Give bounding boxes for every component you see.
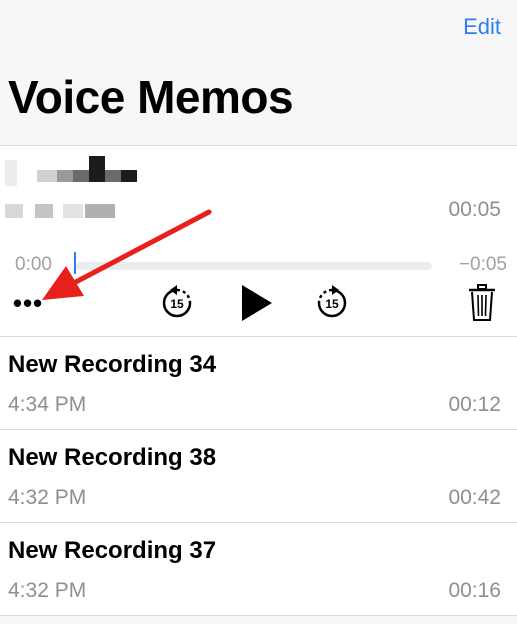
- playback-controls: ••• 15 15: [0, 278, 517, 328]
- recording-duration: 00:42: [448, 486, 501, 509]
- pixelated-recording-date: [5, 202, 120, 220]
- play-icon: [242, 285, 272, 321]
- recording-duration: 00:05: [448, 198, 501, 221]
- recording-list-item[interactable]: New Recording 37 4:32 PM 00:16: [0, 523, 517, 616]
- edit-button[interactable]: Edit: [463, 14, 501, 40]
- recording-time: 4:34 PM: [8, 393, 87, 416]
- recording-list-item[interactable]: New Recording 34 4:34 PM 00:12: [0, 337, 517, 430]
- scrubber-track[interactable]: [76, 262, 432, 270]
- recording-duration: 00:16: [448, 579, 501, 602]
- skip-forward-seconds: 15: [325, 297, 339, 311]
- scrubber-playhead[interactable]: [74, 252, 76, 274]
- more-options-button[interactable]: •••: [8, 288, 48, 318]
- trash-icon: [469, 284, 495, 321]
- skip-forward-icon: 15: [317, 285, 347, 318]
- recording-name: New Recording 34: [8, 351, 217, 378]
- recording-name: New Recording 38: [8, 444, 217, 471]
- play-button[interactable]: [236, 282, 276, 324]
- recording-time: 4:32 PM: [8, 486, 87, 509]
- pixelated-recording-name: [5, 156, 145, 188]
- skip-forward-15-button[interactable]: 15: [313, 284, 351, 322]
- elapsed-time: 0:00: [15, 254, 52, 275]
- skip-back-15-button[interactable]: 15: [158, 284, 196, 322]
- expanded-recording[interactable]: 00:05 0:00 −0:05 ••• 15 15: [0, 146, 517, 337]
- recording-name: New Recording 37: [8, 537, 217, 564]
- skip-back-seconds: 15: [170, 297, 184, 311]
- recording-duration: 00:12: [448, 393, 501, 416]
- header: Edit Voice Memos: [0, 0, 517, 146]
- page-title: Voice Memos: [8, 71, 294, 123]
- recording-list-item[interactable]: New Recording 38 4:32 PM 00:42: [0, 430, 517, 523]
- remaining-time: −0:05: [458, 254, 507, 275]
- delete-button[interactable]: [465, 282, 499, 324]
- recording-time: 4:32 PM: [8, 579, 87, 602]
- skip-back-icon: 15: [162, 285, 192, 318]
